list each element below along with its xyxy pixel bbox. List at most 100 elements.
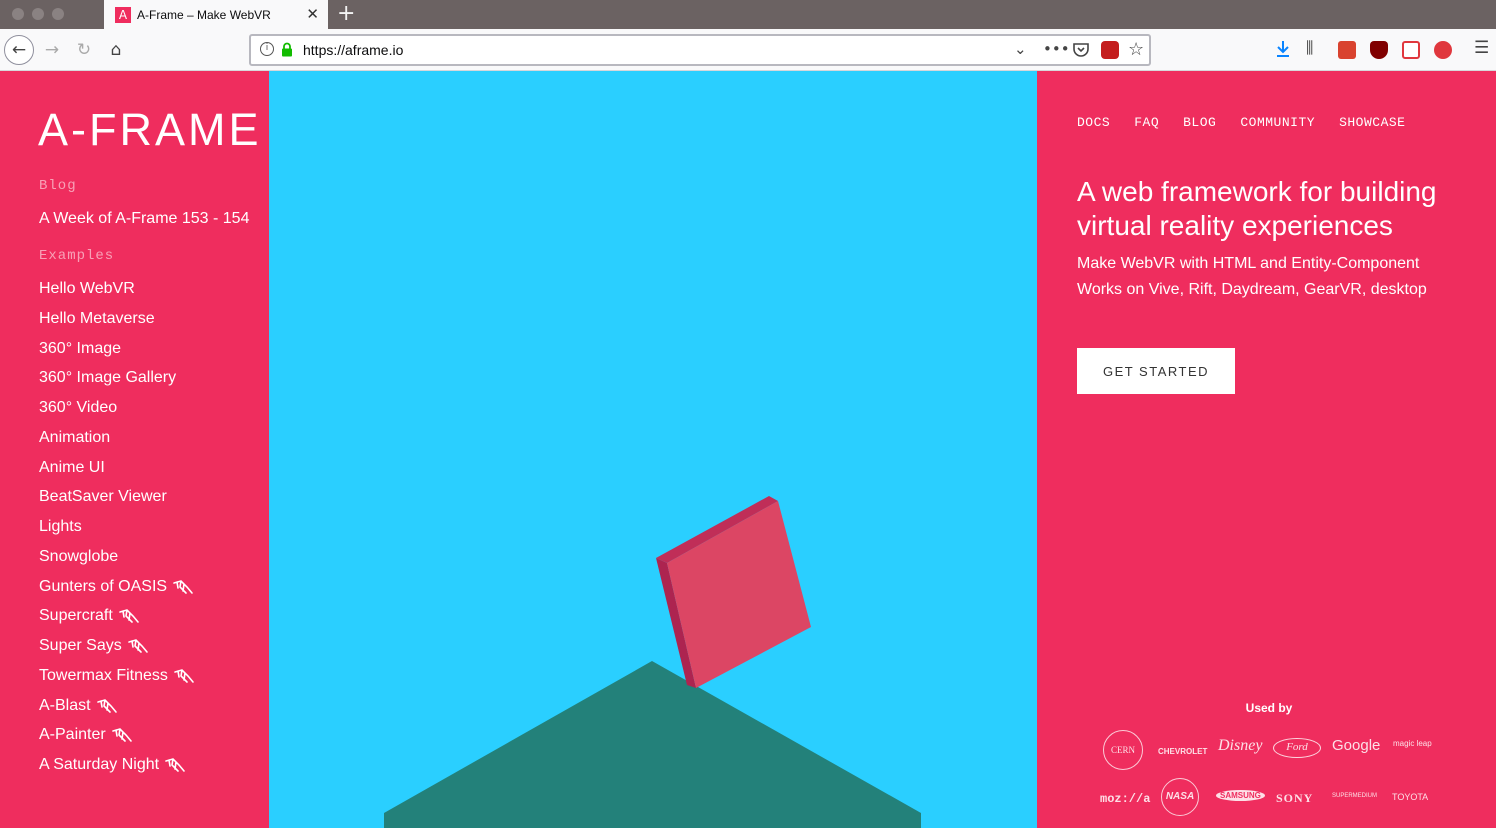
google-logo[interactable]: Google (1332, 737, 1380, 754)
example-link[interactable]: BeatSaver Viewer (39, 488, 167, 506)
supermedium-logo[interactable]: SUPERMEDIUM (1332, 793, 1377, 799)
ford-logo[interactable]: Ford (1273, 738, 1321, 758)
example-label: Animation (39, 428, 111, 446)
close-tab-icon[interactable]: ✕ (306, 6, 319, 22)
wip-icon (165, 758, 185, 772)
example-label: Hello WebVR (39, 280, 135, 297)
zoom-window-button[interactable] (52, 8, 64, 20)
example-link[interactable]: Super Says (39, 637, 149, 655)
menu-icon[interactable]: ☰ (1474, 38, 1489, 58)
sony-logo[interactable]: SONY (1276, 791, 1313, 806)
example-link[interactable]: Animation (39, 429, 110, 447)
used-by-heading: Used by (1245, 701, 1293, 715)
lastpass-icon[interactable] (1338, 41, 1356, 59)
download-icon[interactable] (1275, 40, 1291, 58)
example-label: 360° Video (39, 399, 118, 416)
extension-icon[interactable] (1101, 41, 1119, 59)
example-link[interactable]: A Saturday Night (39, 756, 186, 774)
example-label: Snowglobe (39, 547, 119, 565)
example-label: Supercraft (39, 607, 113, 625)
reload-button[interactable]: ↻ (69, 35, 99, 65)
wip-icon (119, 609, 139, 624)
browser-tab[interactable]: A A-Frame – Make WebVR ✕ (104, 0, 328, 29)
example-link[interactable]: Hello Metaverse (39, 310, 155, 328)
favicon-icon: A (115, 6, 131, 23)
example-label: Hello Metaverse (39, 309, 155, 327)
example-label: BeatSaver Viewer (39, 488, 167, 506)
example-link[interactable]: A-Blast (39, 697, 118, 715)
example-link[interactable]: Snowglobe (39, 548, 118, 566)
example-link[interactable]: A-Painter (39, 726, 133, 744)
more-icon[interactable]: ••• (1043, 40, 1070, 58)
wip-icon (127, 639, 148, 653)
example-link[interactable]: 360° Image (39, 340, 121, 358)
hero-subline: Make WebVR with HTML and Entity-Componen… (1077, 255, 1427, 298)
disney-logo[interactable]: Disney (1218, 737, 1262, 755)
example-label: Gunters of OASIS (39, 577, 168, 595)
address-bar[interactable]: i https://aframe.io ⌄ ••• ☆ (249, 34, 1151, 66)
lock-icon (282, 42, 292, 57)
wip-icon (111, 728, 132, 743)
tab-bar: A A-Frame – Make WebVR ✕ + (0, 0, 1496, 29)
blog-heading: Blog (39, 178, 77, 194)
example-link[interactable]: Lights (39, 518, 82, 536)
nav-docs[interactable]: DOCS (1077, 115, 1110, 130)
example-link[interactable]: 360° Image Gallery (39, 369, 176, 387)
example-label: A-Painter (39, 726, 106, 744)
chevron-down-icon[interactable]: ⌄ (1014, 40, 1027, 58)
example-label: Super Says (39, 637, 122, 654)
wip-icon (174, 668, 194, 683)
nav-community[interactable]: COMMUNITY (1240, 115, 1315, 130)
example-label: Towermax Fitness (39, 666, 168, 684)
pocket-icon[interactable] (1073, 43, 1089, 57)
scene-graphic (384, 496, 921, 828)
minimize-window-button[interactable] (32, 8, 44, 20)
mozilla-logo[interactable]: moz://a (1100, 792, 1150, 806)
nav-showcase[interactable]: SHOWCASE (1339, 115, 1405, 130)
info-icon[interactable]: i (260, 42, 274, 56)
bookmark-star-icon[interactable]: ☆ (1128, 39, 1144, 60)
wip-icon (173, 579, 193, 594)
example-link[interactable]: Anime UI (39, 459, 105, 477)
ground-plane (384, 661, 921, 828)
example-link[interactable]: Hello WebVR (39, 280, 135, 298)
example-link[interactable]: Supercraft (39, 607, 140, 625)
vr-scene-canvas[interactable] (269, 71, 1037, 828)
toyota-logo[interactable]: TOYOTA (1392, 792, 1428, 802)
magic-leap-logo[interactable]: magic leap (1393, 739, 1432, 748)
top-nav: DOCS FAQ BLOG COMMUNITY SHOWCASE (1077, 115, 1405, 130)
example-link[interactable]: 360° Video (39, 399, 117, 417)
page: A-FRAME Blog A Week of A-Frame 153 - 154… (0, 71, 1496, 828)
library-icon[interactable]: ⫼ (1306, 38, 1313, 58)
example-label: A-Blast (39, 696, 91, 714)
home-button[interactable]: ⌂ (101, 35, 131, 65)
cern-logo[interactable]: CERN (1103, 730, 1143, 770)
url-text[interactable]: https://aframe.io (303, 42, 403, 58)
example-label: Anime UI (39, 458, 105, 476)
hero-headline: A web framework for building virtual rea… (1077, 176, 1437, 241)
close-window-button[interactable] (12, 8, 24, 20)
nav-faq[interactable]: FAQ (1134, 115, 1159, 130)
sidebar: A-FRAME Blog A Week of A-Frame 153 - 154… (0, 71, 269, 828)
blog-link[interactable]: A Week of A-Frame 153 - 154 (39, 210, 249, 228)
examples-heading: Examples (39, 248, 115, 264)
addon-icon[interactable] (1402, 41, 1420, 59)
samsung-logo[interactable]: SAMSUNG (1216, 790, 1265, 801)
example-label: A Saturday Night (39, 756, 160, 773)
nasa-logo[interactable]: NASA (1161, 778, 1199, 816)
example-link[interactable]: Towermax Fitness (39, 667, 195, 685)
forward-button[interactable]: → (37, 35, 67, 65)
tomato-icon[interactable] (1434, 41, 1452, 59)
new-tab-button[interactable]: + (337, 2, 355, 26)
nav-blog[interactable]: BLOG (1183, 115, 1216, 130)
ublock-icon[interactable] (1370, 41, 1388, 59)
example-label: 360° Image (39, 339, 122, 357)
get-started-button[interactable]: GET STARTED (1077, 348, 1235, 394)
chevrolet-logo[interactable]: CHEVROLET (1158, 747, 1207, 756)
example-label: Lights (39, 518, 82, 535)
nav-toolbar: ← → ↻ ⌂ i https://aframe.io ⌄ ••• ☆ ⫼ ☰ (0, 29, 1496, 71)
example-label: 360° Image Gallery (39, 369, 177, 387)
example-link[interactable]: Gunters of OASIS (39, 578, 194, 596)
site-logo[interactable]: A-FRAME (38, 105, 262, 155)
back-button[interactable]: ← (4, 35, 34, 65)
